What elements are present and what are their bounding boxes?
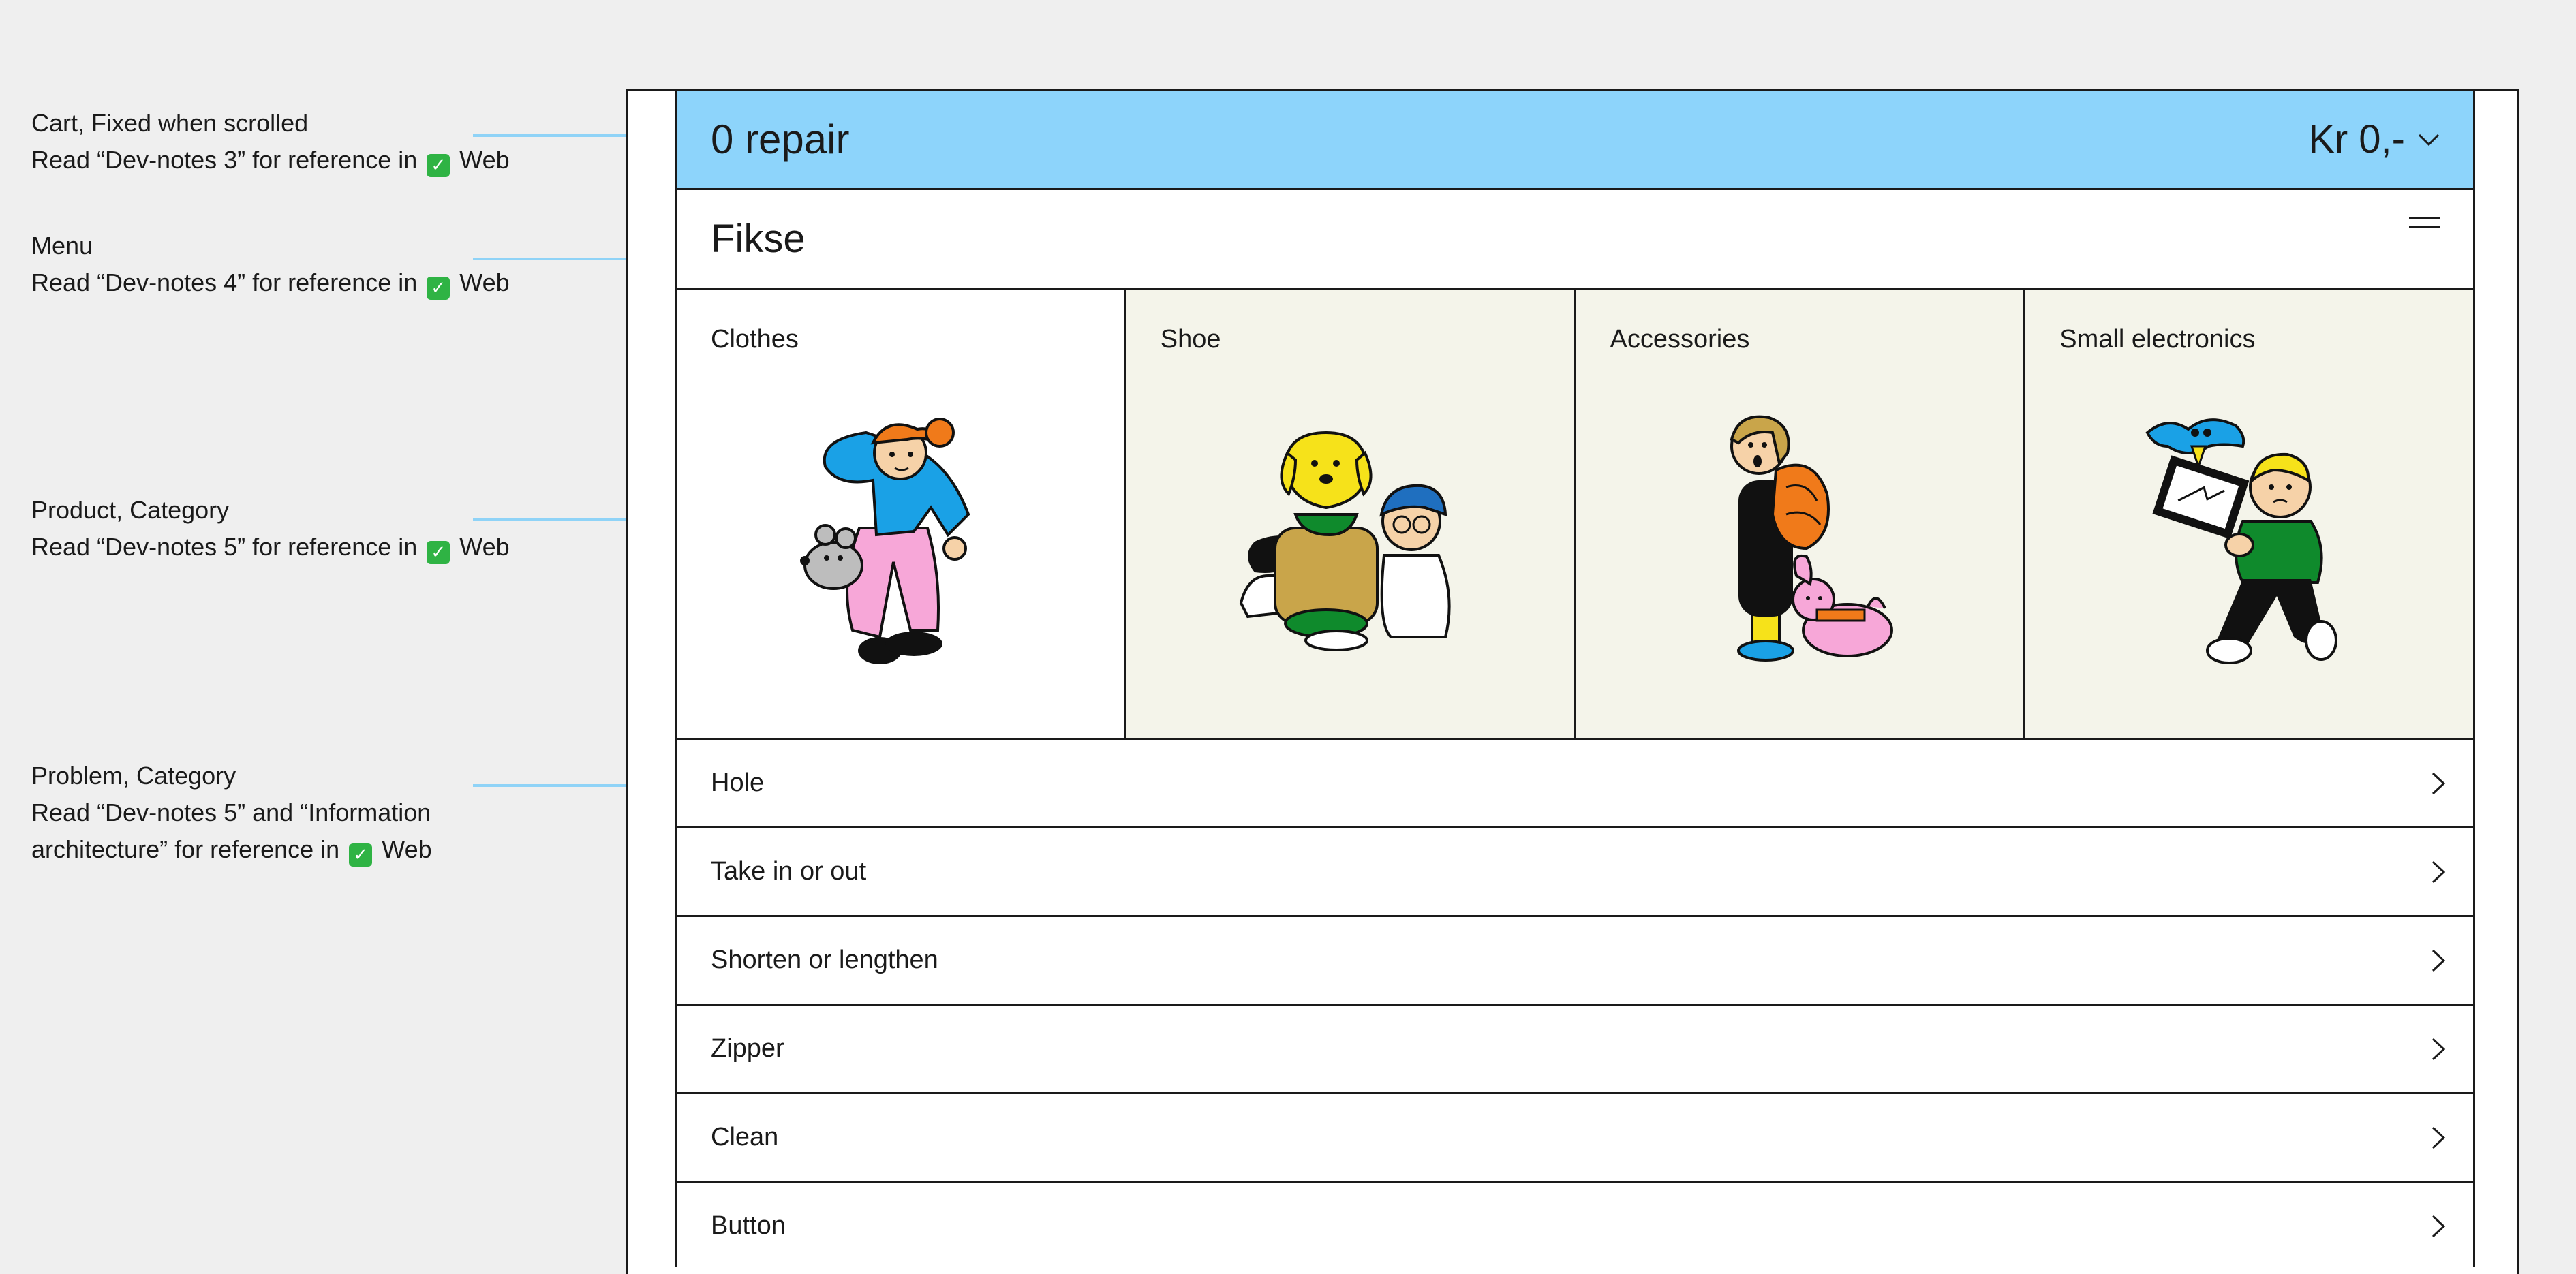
menu-icon[interactable] (2409, 216, 2440, 237)
chevron-right-icon (2432, 772, 2446, 794)
annotation-note: Read “Dev-notes 4” for reference in ✓ We… (31, 268, 510, 300)
logo[interactable]: Fikse (711, 216, 806, 262)
problem-label: Take in or out (711, 857, 867, 886)
cart-count: 0 repair (711, 116, 850, 162)
chevron-right-icon (2432, 1126, 2446, 1149)
annotation-title: Product, Category (31, 496, 230, 524)
chevron-right-icon (2432, 860, 2446, 883)
annotation-title: Cart, Fixed when scrolled (31, 109, 309, 137)
category-card-shoe[interactable]: Shoe (1126, 290, 1576, 738)
problem-item-zipper[interactable]: Zipper (677, 1006, 2473, 1094)
annotation-note: Read “Dev-notes 5” and “Information (31, 798, 431, 826)
problem-label: Shorten or lengthen (711, 946, 938, 974)
category-label: Small electronics (2059, 325, 2256, 354)
chevron-down-icon (2418, 134, 2440, 146)
checkmark-icon: ✓ (349, 843, 373, 867)
category-label: Shoe (1160, 325, 1221, 354)
annotation-connector (473, 134, 650, 137)
checkmark-icon: ✓ (427, 277, 450, 300)
category-label: Accessories (1610, 325, 1750, 354)
problem-label: Zipper (711, 1034, 784, 1063)
problem-item-clean[interactable]: Clean (677, 1094, 2473, 1183)
problem-item-hole[interactable]: Hole (677, 740, 2473, 828)
checkmark-icon: ✓ (427, 154, 450, 177)
annotation-menu: Menu Read “Dev-notes 4” for reference in… (31, 228, 510, 301)
annotation-problem-category: Problem, Category Read “Dev-notes 5” and… (31, 758, 432, 868)
category-card-small-electronics[interactable]: Small electronics (2025, 290, 2473, 738)
category-card-accessories[interactable]: Accessories (1576, 290, 2026, 738)
shoe-illustration (1240, 431, 1451, 651)
category-card-clothes[interactable]: Clothes (677, 290, 1126, 738)
cart-total-button[interactable]: Kr 0,- (2308, 116, 2440, 162)
app-screen: 0 repair Kr 0,- Fikse Clothes Shoe Acces… (675, 89, 2475, 1267)
problem-label: Clean (711, 1123, 779, 1151)
product-categories: Clothes Shoe Accessories Small electroni… (677, 290, 2473, 740)
annotation-cart: Cart, Fixed when scrolled Read “Dev-note… (31, 105, 510, 178)
problem-list: Hole Take in or out Shorten or lengthen … (677, 740, 2473, 1267)
problem-item-shorten-or-lengthen[interactable]: Shorten or lengthen (677, 917, 2473, 1006)
annotation-title: Problem, Category (31, 762, 236, 790)
chevron-right-icon (2432, 1038, 2446, 1060)
chevron-right-icon (2432, 949, 2446, 972)
problem-label: Button (711, 1211, 786, 1240)
category-label: Clothes (711, 325, 799, 354)
annotation-note: Read “Dev-notes 5” for reference in ✓ We… (31, 533, 510, 564)
problem-item-take-in-or-out[interactable]: Take in or out (677, 828, 2473, 917)
problem-label: Hole (711, 768, 765, 797)
annotation-product-category: Product, Category Read “Dev-notes 5” for… (31, 492, 510, 565)
clothes-illustration (800, 418, 970, 664)
small-electronics-illustration (2145, 418, 2337, 664)
annotation-note: Read “Dev-notes 3” for reference in ✓ We… (31, 146, 510, 177)
annotation-note: architecture” for reference in ✓ Web (31, 835, 432, 867)
accessories-illustration (1730, 415, 1893, 662)
cart-total-amount: Kr 0,- (2308, 117, 2405, 161)
problem-item-button[interactable]: Button (677, 1183, 2473, 1267)
chevron-right-icon (2432, 1215, 2446, 1237)
cart-bar[interactable]: 0 repair Kr 0,- (677, 91, 2473, 190)
checkmark-icon: ✓ (427, 541, 450, 564)
annotation-title: Menu (31, 232, 93, 260)
site-header: Fikse (677, 190, 2473, 290)
